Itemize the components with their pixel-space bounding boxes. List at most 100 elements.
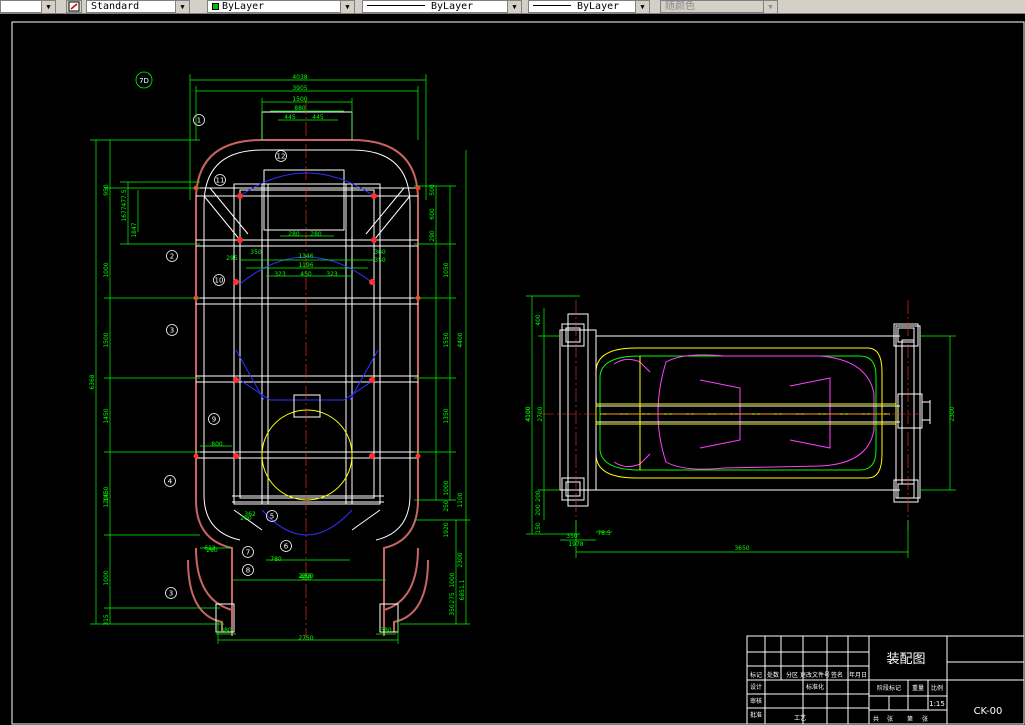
lineweight-value: ByLayer — [577, 1, 620, 12]
chevron-down-icon[interactable]: ▼ — [507, 1, 521, 13]
dim-label-left: 1677 — [121, 206, 128, 221]
title-block-header-cell: 标记 — [750, 671, 762, 679]
part-callout-number: 11 — [216, 177, 225, 185]
chevron-down-icon[interactable]: ▼ — [340, 1, 354, 13]
chevron-down-icon[interactable]: ▼ — [635, 1, 649, 13]
dim-label-left: 1000 — [103, 570, 110, 585]
left-combo-stub[interactable]: ▼ — [0, 0, 56, 13]
dim-label-side: 78.5 — [597, 530, 611, 537]
dim-label-right: 350 — [449, 604, 456, 616]
dim-label-side: 200 — [535, 504, 542, 516]
title-block-role-cell: 审核 — [750, 697, 762, 705]
drawing-svg: 装配图 CK-00 1:15 标记 处数 分区 更改文件号 签名 年月日设计 标准化审核工艺 批准 阶… — [11, 21, 1025, 725]
title-block-sheet-cell: 张 — [887, 715, 893, 723]
dim-label-right: 1100 — [457, 492, 464, 507]
chevron-down-icon[interactable]: ▼ — [175, 1, 189, 13]
dim-label-left: 315 — [103, 614, 110, 626]
dim-label-bottom: 380 — [220, 627, 232, 634]
dim-label-top: 1500 — [292, 96, 307, 103]
dim-label-right: 500 — [429, 184, 436, 196]
dim-label-left: 950 — [103, 184, 110, 196]
model-space-canvas[interactable]: 装配图 CK-00 1:15 标记 处数 分区 更改文件号 签名 年月日 设计 标准化 审核 工艺 批准 阶… — [0, 14, 1025, 725]
lineweight-combo[interactable]: ByLayer ▼ — [528, 0, 650, 13]
dim-label-right: 2300 — [457, 552, 464, 567]
properties-toolbar: ▼ Standard ▼ ByLayer ▼ ByLayer ▼ ByLayer… — [0, 0, 1025, 14]
text-style-combo[interactable]: Standard ▼ — [86, 0, 190, 13]
drawing-title: 装配图 — [886, 652, 925, 667]
dim-label-inner: 280 — [288, 231, 300, 238]
dim-label-right: 1920 — [443, 522, 450, 537]
dim-label-left: 1450 — [103, 408, 110, 423]
dim-label-inner: 360 — [374, 249, 386, 256]
side-dimensions — [526, 295, 956, 558]
lineweight-preview-icon — [533, 5, 571, 6]
dim-label-left: 1200 — [103, 492, 110, 507]
part-callout-number: 3 — [169, 590, 173, 598]
part-callout-number: 6 — [284, 543, 289, 551]
dim-label-inner: 350 — [250, 249, 262, 256]
plot-style-combo[interactable]: 随颜色 ▼ — [660, 0, 778, 13]
dim-label-right: 6851.1 — [459, 579, 466, 600]
dim-label-inner: 2750 — [298, 635, 313, 642]
dim-label-inner: 1196 — [298, 262, 313, 269]
part-callout-number: 8 — [246, 567, 250, 575]
dim-label-inner: 323 — [274, 271, 286, 278]
part-callout-number: 1 — [197, 117, 201, 125]
part-callout-number: 5 — [270, 513, 274, 521]
dim-label-right: 250 — [443, 500, 450, 512]
chevron-down-icon[interactable]: ▼ — [763, 1, 777, 13]
detail-id-label: 7D — [139, 77, 149, 85]
title-block-role-cell: 批准 — [750, 711, 762, 719]
dim-label-right: 1550 — [443, 332, 450, 347]
dim-label-inner: 362 — [244, 511, 256, 518]
dim-label-side: 150 — [535, 522, 542, 534]
linetype-combo[interactable]: ByLayer ▼ — [362, 0, 522, 13]
dim-label-left: 6368 — [89, 374, 96, 389]
dim-label-right: 290 — [429, 230, 436, 242]
part-callout-number: 7 — [246, 549, 250, 557]
dim-label-right: 275 — [449, 592, 456, 604]
dim-label-inner: 350 — [374, 257, 386, 264]
dim-label-side: 200 — [535, 490, 542, 502]
title-block-sheet-cell: 张 — [922, 715, 928, 723]
dim-label-right: 4400 — [457, 332, 464, 347]
dim-label-top: 4038 — [292, 74, 307, 81]
chevron-down-icon[interactable]: ▼ — [41, 1, 55, 13]
part-callout-number: 12 — [277, 153, 286, 161]
dim-label-inner: 280 — [310, 231, 322, 238]
dim-label-right: 600 — [429, 208, 436, 220]
dim-label-inner: 800 — [211, 441, 223, 448]
color-combo[interactable]: ByLayer ▼ — [207, 0, 355, 13]
part-callout-number: 9 — [212, 416, 216, 424]
style-manager-icon[interactable] — [66, 0, 82, 13]
dim-label-inner: 613 — [204, 545, 216, 552]
dim-label-right: 1350 — [443, 408, 450, 423]
part-callout-number: 3 — [170, 327, 174, 335]
dim-label-top: 445 — [312, 114, 324, 121]
title-block-material-cell: 重量 — [912, 684, 924, 692]
title-block-role-cell: 标准化 — [806, 683, 824, 691]
title-block-role-cell: 设计 — [750, 683, 762, 691]
dim-label-side: 3650 — [734, 545, 749, 552]
dim-label-inner: 323 — [326, 271, 338, 278]
green-color-swatch-icon — [212, 3, 219, 10]
title-block-header-cell: 处数 — [767, 671, 779, 679]
color-value: ByLayer — [222, 1, 265, 12]
plot-style-value: 随颜色 — [665, 1, 695, 12]
drawing-code: CK-00 — [974, 706, 1003, 717]
drawing-frame — [11, 21, 1025, 725]
dim-label-top: 445 — [284, 114, 296, 121]
dim-label-left: 477.5 — [121, 189, 128, 206]
dim-label-left: 1500 — [103, 332, 110, 347]
title-block-sheet-cell: 共 — [873, 715, 879, 723]
dim-label-side: 1978 — [568, 541, 583, 548]
outer-frame-inner — [203, 149, 411, 541]
part-callout-number: 2 — [170, 253, 174, 261]
title-block-header-cell: 分区 — [786, 671, 798, 679]
dim-label-inner: 2300 — [298, 573, 313, 580]
title-block-header-cell: 年月日 — [849, 671, 867, 679]
title-block-sheet-cell: 第 — [907, 715, 913, 723]
dim-label-top: 3905 — [292, 85, 307, 92]
part-callout-number: 4 — [168, 478, 173, 486]
dim-label-right: 1050 — [443, 262, 450, 277]
